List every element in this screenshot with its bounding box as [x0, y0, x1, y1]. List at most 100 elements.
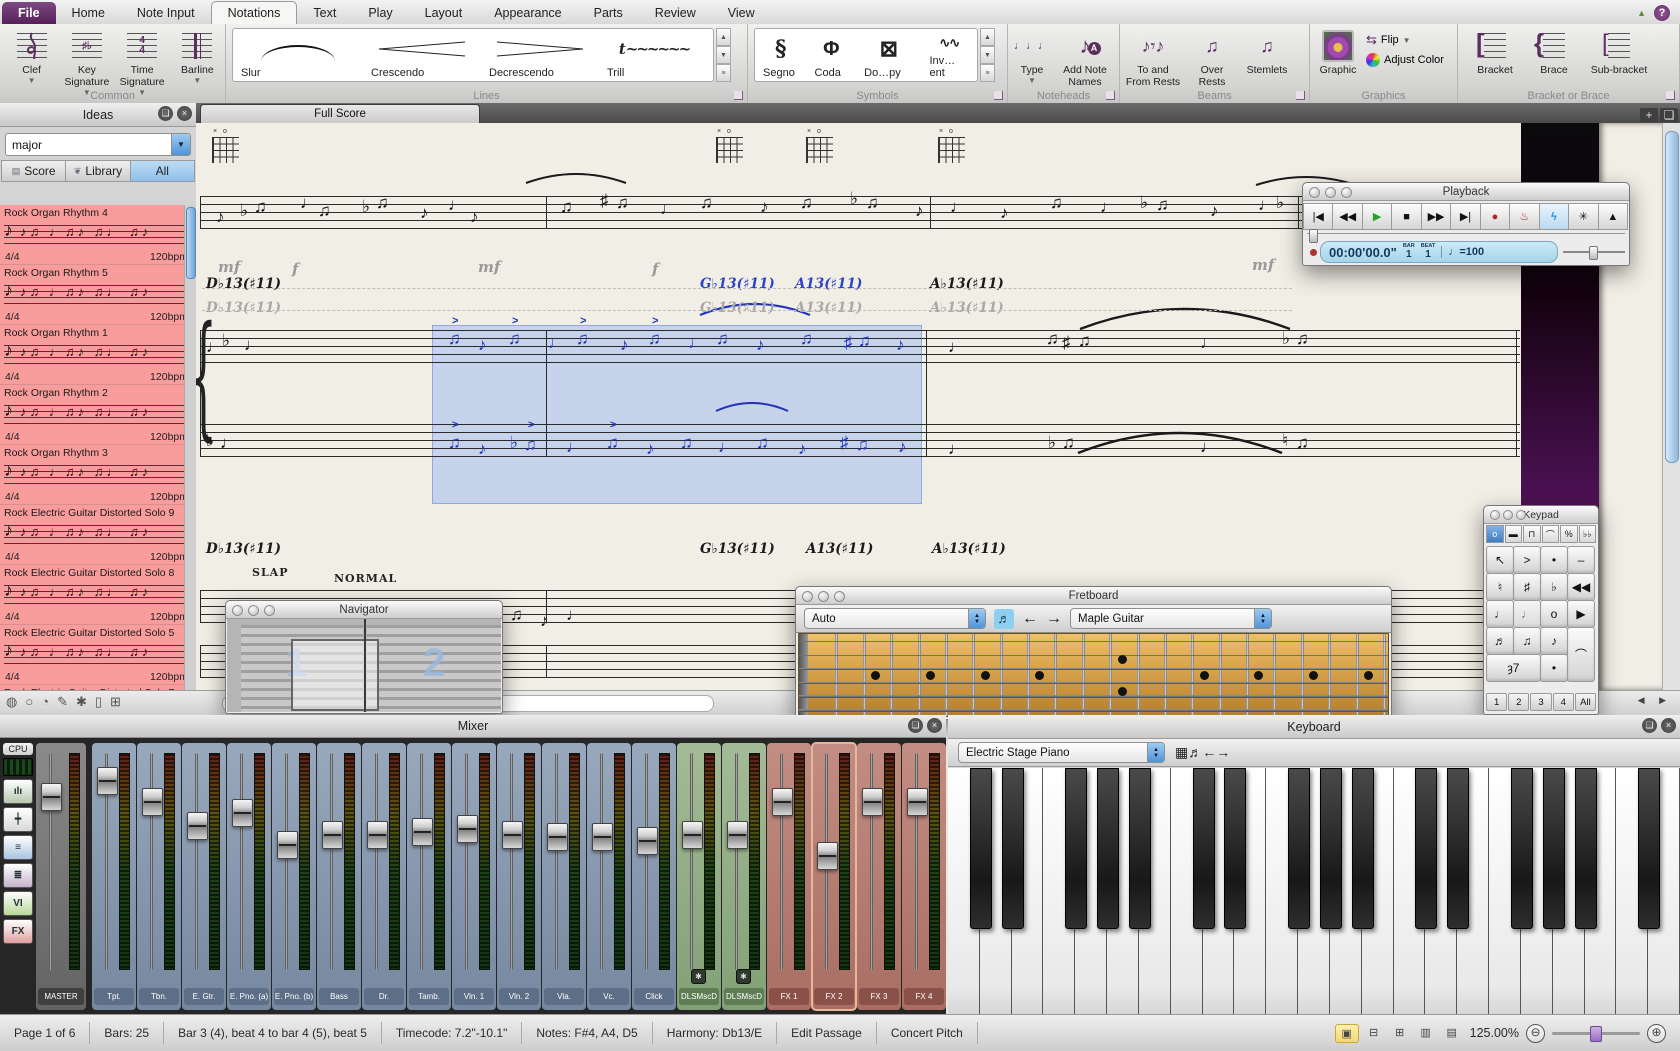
note-glyph[interactable]: ♩ — [718, 438, 735, 455]
single-page-view-icon[interactable]: ⊟ — [1363, 1024, 1385, 1041]
note-glyph[interactable]: ♯ — [600, 192, 609, 209]
close-icon[interactable]: × — [927, 718, 942, 733]
decrescendo-gallery-item[interactable]: Decrescendo — [481, 29, 599, 81]
note-glyph[interactable]: ♩ — [1200, 438, 1217, 455]
fader-knob[interactable] — [41, 783, 62, 811]
keyboard-header[interactable]: Keyboard ❏× — [948, 715, 1680, 739]
keypad-key[interactable]: ♮ — [1486, 573, 1514, 601]
keypad-key[interactable]: > — [1513, 546, 1541, 574]
tempo-slider-thumb[interactable] — [1589, 246, 1598, 260]
chord-symbol[interactable]: G♭13(♯11) — [700, 541, 775, 557]
note-glyph[interactable]: ♪ — [1210, 202, 1219, 219]
fader-knob[interactable] — [97, 767, 118, 795]
chord-symbol[interactable]: A13(♯11) — [795, 276, 862, 292]
keypad-key[interactable]: ↖ — [1486, 546, 1514, 574]
mixer-channel-e-pno-b-[interactable]: E. Pno. (b) — [272, 743, 316, 1010]
note-glyph[interactable]: ♩ — [220, 434, 237, 451]
note-glyph[interactable]: ♪ — [420, 204, 429, 221]
timeline-slider[interactable] — [1307, 233, 1625, 240]
fader-view-button[interactable]: ┿ — [3, 807, 33, 832]
note-glyph[interactable]: ♫ — [1062, 434, 1075, 451]
dynamic-marking[interactable]: mf — [478, 258, 500, 276]
fader-knob[interactable] — [232, 799, 253, 827]
ribbon-tab-file[interactable]: File — [2, 2, 56, 24]
note-glyph[interactable]: ♭ — [1276, 194, 1284, 211]
note-glyph[interactable]: ♭ — [1048, 434, 1056, 451]
live-tempo-button[interactable]: ✳ — [1568, 203, 1598, 230]
notehead-type-button[interactable]: ♩♩♩ Type▼ — [1008, 24, 1056, 88]
lines-gallery-scroll[interactable]: ▲▼≡ — [716, 28, 731, 82]
keypad-key[interactable]: ♩ — [1486, 600, 1514, 628]
ribbon-tab-home[interactable]: Home — [56, 2, 121, 24]
beams-to-from-rests-button[interactable]: ♪𝄾♪ To and From Rests — [1120, 24, 1186, 88]
black-key[interactable] — [1129, 768, 1151, 929]
mixer-header[interactable]: Mixer ❏× — [0, 715, 946, 738]
keypad-title-bar[interactable]: Keypad — [1484, 506, 1598, 524]
panorama-view-icon[interactable]: ▣ — [1335, 1024, 1359, 1043]
note-glyph[interactable]: ♫ — [560, 198, 573, 215]
technique-text[interactable]: NORMAL — [334, 572, 397, 585]
guitar-string[interactable] — [799, 695, 1388, 697]
note-glyph[interactable]: ♭ — [206, 432, 214, 449]
ideas-tab-score[interactable]: ▤Score — [2, 161, 66, 181]
note-glyph[interactable]: ♫ — [254, 198, 267, 215]
note-glyph[interactable]: ♫ — [510, 606, 523, 623]
mixer-channel-fx-1[interactable]: FX 1 — [767, 743, 811, 1010]
add-note-names-button[interactable]: ♪A Add Note Names — [1056, 24, 1114, 88]
black-key[interactable] — [1638, 768, 1660, 929]
delete-idea-icon[interactable]: ▯ — [95, 694, 102, 710]
zoom-icon[interactable] — [1516, 510, 1526, 520]
trill-gallery-item[interactable]: t~~~~~~ Trill — [599, 29, 709, 81]
note-glyph[interactable]: ♫ — [800, 194, 813, 211]
note-glyph[interactable]: ♯ — [844, 334, 853, 351]
play-button[interactable]: ▶ — [1362, 203, 1392, 230]
inverted-mordent-gallery-item[interactable]: ∿∿ Inv…ent — [922, 29, 978, 81]
stemlets-button[interactable]: ♫ Stemlets — [1238, 24, 1296, 88]
note-glyph[interactable]: ♫ — [856, 436, 869, 453]
idea-settings-icon[interactable]: ✱ — [76, 694, 87, 710]
fretboard-instrument-select[interactable]: Maple Guitar▲▼ — [1070, 608, 1272, 629]
mixer-channel-bass[interactable]: Bass — [317, 743, 361, 1010]
channel-settings-icon[interactable]: ✱ — [736, 969, 751, 984]
keypad-key[interactable]: ▶ — [1567, 600, 1595, 628]
keypad-window[interactable]: Keypad o▬⊓⌒%♭♭ ↖>•–♮♯♭◀◀♩♩o▶♬♫♪⌒ȝ7• 1234… — [1483, 505, 1599, 715]
note-glyph[interactable]: ♩ — [948, 338, 965, 355]
note-glyph[interactable]: ♫ — [1296, 434, 1309, 451]
two-page-view-icon[interactable]: ▥ — [1415, 1024, 1437, 1041]
note-glyph[interactable]: ♩ — [448, 196, 465, 213]
barline-button[interactable]: Barline▼ — [170, 24, 225, 97]
keypad-key[interactable]: ♪ — [1540, 627, 1568, 655]
beams-dialog-launcher-icon[interactable] — [1296, 91, 1305, 100]
chord-symbol[interactable]: A13(♯11) — [795, 300, 862, 316]
chord-symbol[interactable]: A13(♯11) — [806, 541, 873, 557]
note-glyph[interactable]: ♪ — [896, 336, 905, 353]
guitar-chord-diagram[interactable]: × o — [806, 137, 833, 163]
close-icon[interactable] — [232, 605, 243, 616]
dynamic-marking[interactable]: f — [292, 260, 298, 278]
navigator-title-bar[interactable]: Navigator — [226, 601, 502, 619]
note-glyph[interactable]: ♩ — [244, 336, 261, 353]
coda-gallery-item[interactable]: Φ Coda — [807, 29, 857, 81]
keypad-layout-tab-6[interactable]: ♭♭ — [1579, 525, 1597, 543]
note-glyph[interactable]: ♭ — [240, 202, 248, 219]
mixer-channel-vln-2[interactable]: Vln. 2 — [497, 743, 541, 1010]
note-glyph[interactable]: ♭ — [1282, 330, 1290, 347]
note-glyph[interactable]: ♪ — [915, 202, 924, 219]
keypad-layout-tab-5[interactable]: % — [1560, 525, 1578, 543]
guitar-chord-diagram[interactable]: × o — [938, 137, 965, 163]
note-glyph[interactable]: ♯ — [840, 434, 849, 451]
ribbon-tab-play[interactable]: Play — [352, 2, 408, 24]
paste-idea-icon[interactable]: ⊞ — [110, 694, 121, 710]
note-glyph[interactable]: ♪ — [478, 336, 487, 353]
fader-knob[interactable] — [592, 823, 613, 851]
fader-knob[interactable] — [817, 842, 838, 870]
strips-wide-button[interactable]: ≣ — [3, 863, 33, 888]
mixer-channel-fx-2[interactable]: FX 2 — [812, 743, 856, 1010]
keypad-key[interactable]: ⌒ — [1567, 627, 1595, 682]
do-not-photocopy-gallery-item[interactable]: ⊠ Do…py — [856, 29, 921, 81]
note-glyph[interactable]: ♫ — [616, 194, 629, 211]
ideas-tab-all[interactable]: All — [131, 161, 194, 181]
note-glyph[interactable]: ♭ — [510, 434, 518, 451]
go-to-end-button[interactable]: ▶| — [1450, 203, 1480, 230]
performance-button[interactable]: ▲ — [1598, 203, 1628, 230]
